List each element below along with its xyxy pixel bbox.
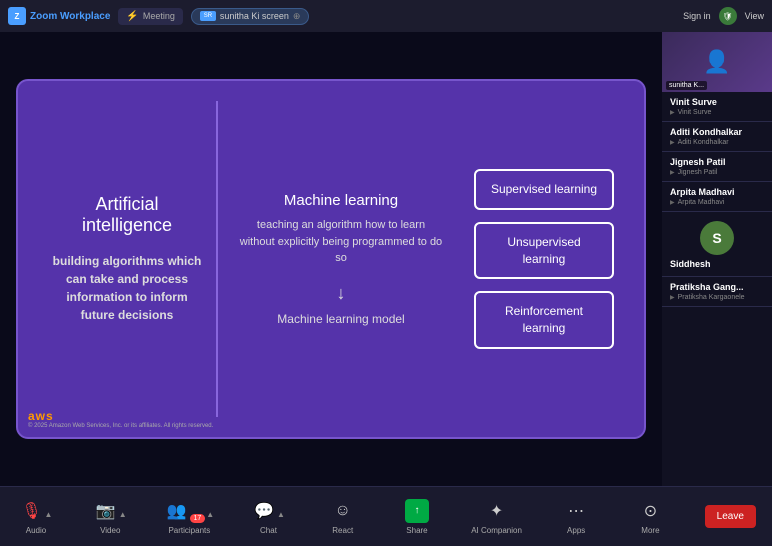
aws-logo-text: aws xyxy=(28,409,54,423)
shield-button[interactable]: 🛡 xyxy=(719,7,737,25)
video-label: Video xyxy=(100,526,120,535)
video-icon: 📷 xyxy=(94,499,118,523)
aws-logo: aws © 2025 Amazon Web Services, Inc. or … xyxy=(28,409,213,429)
more-label: More xyxy=(641,526,659,535)
apps-icon: ⋯ xyxy=(564,499,588,523)
view-label[interactable]: View xyxy=(745,11,764,21)
ai-column: Artificial intelligence building algorit… xyxy=(38,101,218,417)
share-icon: ↑ xyxy=(405,499,429,523)
participant-subname: Aditi Kondhalkar xyxy=(670,139,764,146)
ml-description: teaching an algorithm how to learn witho… xyxy=(238,217,444,267)
video-name-tag: sunitha K... xyxy=(666,81,707,90)
apps-label: Apps xyxy=(567,526,585,535)
participant-name: Vinit Surve xyxy=(670,97,764,107)
chat-arrow: ▲ xyxy=(277,510,285,519)
share-label: Share xyxy=(406,526,427,535)
meeting-tab[interactable]: ⚡ Meeting xyxy=(118,8,182,25)
participant-subname: Vinit Surve xyxy=(670,109,764,116)
participants-sidebar: 👤 sunitha K... Vinit Surve Vinit Surve A… xyxy=(662,32,772,486)
audio-icon-group: 🎙 ▲ xyxy=(20,499,53,523)
unsupervised-learning-box: Unsupervised learning xyxy=(474,222,614,280)
react-icon: ☺ xyxy=(331,499,355,523)
chat-icon: 💬 xyxy=(252,499,276,523)
participant-item-jignesh: Jignesh Patil Jignesh Patil xyxy=(662,152,772,182)
bottom-toolbar: 🎙 ▲ Audio 📷 ▲ Video 👥 17 ▲ Participants … xyxy=(0,486,772,546)
sign-in-link[interactable]: Sign in xyxy=(683,11,711,21)
top-bar: Z Zoom Workplace ⚡ Meeting SR sunitha Ki… xyxy=(0,0,772,32)
participant-subname: Arpita Madhavi xyxy=(670,199,764,206)
chat-label: Chat xyxy=(260,526,277,535)
participant-item-siddhesh: S Siddhesh xyxy=(662,212,772,277)
participants-label: Participants xyxy=(168,526,210,535)
participant-name: Jignesh Patil xyxy=(670,157,764,167)
participant-subname: Pratiksha Kargaonele xyxy=(670,294,764,301)
slide-footer: aws © 2025 Amazon Web Services, Inc. or … xyxy=(28,409,213,429)
participant-name: Aditi Kondhalkar xyxy=(670,127,764,137)
ai-companion-button[interactable]: ✦ AI Companion xyxy=(471,499,522,535)
video-arrow: ▲ xyxy=(119,510,127,519)
ml-column: Machine learning teaching an algorithm h… xyxy=(218,101,464,417)
zoom-icon: Z xyxy=(8,7,26,25)
more-icon: ⊙ xyxy=(638,499,662,523)
participant-item-pratiksha: Pratiksha Gang... Pratiksha Kargaonele xyxy=(662,277,772,307)
arrow-down-icon: ↓ xyxy=(337,283,346,304)
participant-item-vinit: Vinit Surve Vinit Surve xyxy=(662,92,772,122)
screen-share-tab[interactable]: SR sunitha Ki screen ⊕ xyxy=(191,8,310,25)
audio-label: Audio xyxy=(26,526,46,535)
audio-button[interactable]: 🎙 ▲ Audio xyxy=(16,499,56,535)
screen-indicator: SR xyxy=(200,11,216,21)
apps-button[interactable]: ⋯ Apps xyxy=(556,499,596,535)
video-icon-group: 📷 ▲ xyxy=(94,499,127,523)
ai-description: building algorithms which can take and p… xyxy=(48,252,206,324)
participants-button[interactable]: 👥 17 ▲ Participants xyxy=(165,499,215,535)
top-bar-right: Sign in 🛡 View xyxy=(683,7,764,25)
participants-arrow: ▲ xyxy=(206,510,214,519)
share-button[interactable]: ↑ Share xyxy=(397,499,437,535)
ai-title: Artificial intelligence xyxy=(48,194,206,236)
participants-badge: 17 xyxy=(190,514,206,523)
more-button[interactable]: ⊙ More xyxy=(630,499,670,535)
app-name: Zoom Workplace xyxy=(30,11,110,22)
react-label: React xyxy=(332,526,353,535)
ml-model-label: Machine learning model xyxy=(277,312,404,326)
chat-button[interactable]: 💬 ▲ Chat xyxy=(248,499,288,535)
participant-name: Pratiksha Gang... xyxy=(670,282,764,292)
meeting-tab-label: Meeting xyxy=(143,11,175,21)
video-button[interactable]: 📷 ▲ Video xyxy=(90,499,130,535)
app-logo: Z Zoom Workplace xyxy=(8,7,110,25)
aws-copyright: © 2025 Amazon Web Services, Inc. or its … xyxy=(28,423,213,429)
participant-subname: Jignesh Patil xyxy=(670,169,764,176)
main-content: Artificial intelligence building algorit… xyxy=(0,32,772,486)
participant-avatar-s: S xyxy=(700,221,734,255)
supervised-learning-box: Supervised learning xyxy=(474,169,614,210)
audio-arrow: ▲ xyxy=(45,510,53,519)
ai-icon: ✦ xyxy=(485,499,509,523)
ml-title: Machine learning xyxy=(284,192,398,209)
participant-name: Siddhesh xyxy=(670,259,764,269)
chat-icon-group: 💬 ▲ xyxy=(252,499,285,523)
participant-item-arpita: Arpita Madhavi Arpita Madhavi xyxy=(662,182,772,212)
mic-icon: 🎙 xyxy=(20,499,44,523)
types-column: Supervised learning Unsupervised learnin… xyxy=(464,101,624,417)
presentation-slide: Artificial intelligence building algorit… xyxy=(16,79,646,439)
participants-icon: 👥 xyxy=(165,499,189,523)
leave-button[interactable]: Leave xyxy=(705,505,756,528)
participant-item-aditi: Aditi Kondhalkar Aditi Kondhalkar xyxy=(662,122,772,152)
slide-area: Artificial intelligence building algorit… xyxy=(0,32,662,486)
screen-share-label: sunitha Ki screen xyxy=(220,11,289,21)
ai-companion-label: AI Companion xyxy=(471,526,522,535)
participant-name: Arpita Madhavi xyxy=(670,187,764,197)
react-button[interactable]: ☺ React xyxy=(323,499,363,535)
participant-video-vinit: 👤 sunitha K... xyxy=(662,32,772,92)
reinforcement-learning-box: Reinforcement learning xyxy=(474,291,614,349)
participants-icon-group: 👥 17 ▲ xyxy=(165,499,215,523)
